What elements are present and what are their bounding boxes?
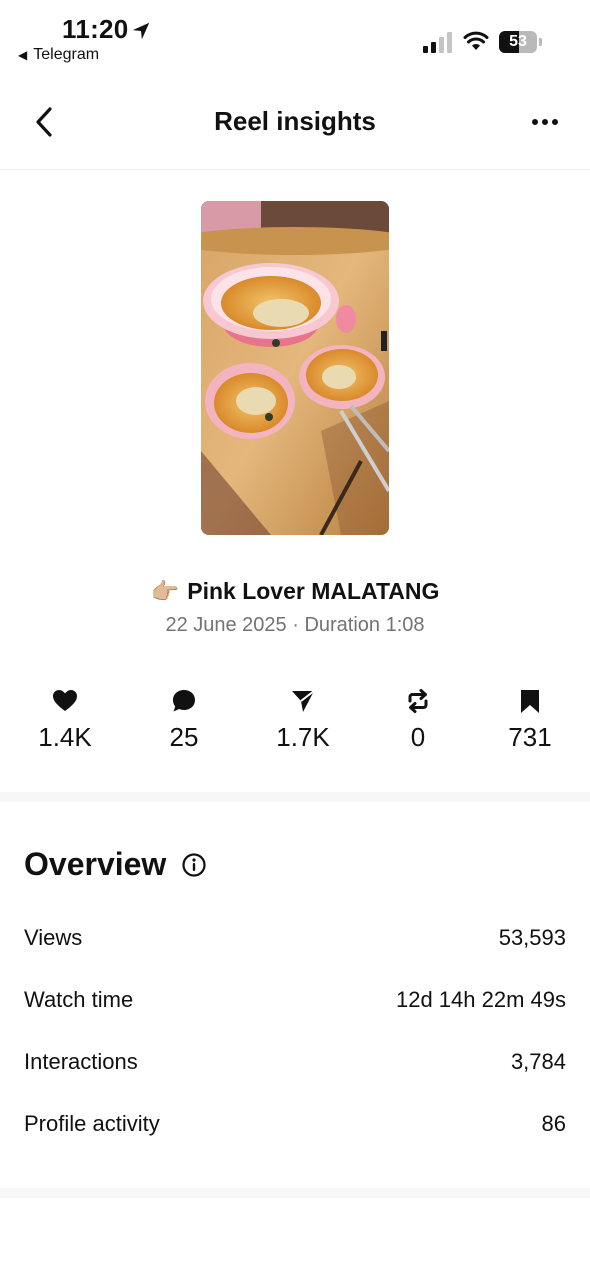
saves-stat[interactable]: 731 — [480, 688, 580, 753]
battery-indicator: 53 — [499, 31, 543, 53]
interactions-label: Interactions — [24, 1049, 138, 1074]
comments-stat[interactable]: 25 — [134, 688, 234, 753]
reel-thumbnail[interactable] — [201, 201, 389, 535]
back-app-label: Telegram — [33, 46, 100, 63]
overview-row-profile-activity[interactable]: Profile activity 86 — [24, 1111, 566, 1151]
profile-activity-label: Profile activity — [24, 1111, 160, 1136]
watch-time-value: 12d 14h 22m 49s — [395, 987, 566, 1012]
location-arrow-icon — [132, 22, 150, 40]
overview-row-watch-time[interactable]: Watch time 12d 14h 22m 49s — [24, 987, 566, 1027]
interactions-value: 3,784 — [510, 1049, 566, 1074]
views-value: 53,593 — [498, 925, 566, 950]
reel-title-text: Pink Lover MALATANG — [187, 578, 440, 604]
reposts-stat[interactable]: 0 — [368, 688, 468, 753]
reel-thumbnail-image — [201, 201, 389, 535]
shares-count: 1.7K — [276, 722, 330, 752]
status-bar: 11:20 ◀ Telegram 53 — [0, 0, 590, 80]
comments-count: 25 — [169, 722, 199, 752]
comment-icon — [173, 690, 195, 712]
reel-title: 👉🏼 Pink Lover MALATANG — [0, 578, 590, 605]
status-time: 11:20 — [62, 14, 129, 44]
likes-stat[interactable]: 1.4K — [15, 688, 115, 753]
more-options-icon[interactable] — [526, 110, 566, 134]
wifi-icon — [463, 31, 489, 50]
back-to-app-link[interactable]: ◀ Telegram — [18, 46, 99, 64]
send-icon — [292, 690, 315, 712]
saves-count: 731 — [508, 722, 552, 752]
reel-meta: 22 June 2025 · Duration 1:08 — [165, 614, 425, 636]
navigation-bar: Reel insights — [0, 80, 590, 170]
profile-activity-value: 86 — [541, 1111, 566, 1136]
page-title: Reel insights — [214, 106, 376, 136]
likes-count: 1.4K — [38, 722, 92, 752]
bottom-divider — [0, 1188, 590, 1198]
reposts-count: 0 — [410, 722, 426, 752]
battery-level: 53 — [509, 33, 527, 50]
overview-row-views[interactable]: Views 53,593 — [24, 925, 566, 965]
overview-row-interactions[interactable]: Interactions 3,784 — [24, 1049, 566, 1089]
section-divider — [0, 792, 590, 802]
back-triangle-icon: ◀ — [18, 48, 28, 62]
pointing-hand-emoji: 👉🏼 — [150, 578, 180, 604]
heart-icon — [53, 690, 77, 711]
overview-heading: Overview — [24, 846, 167, 882]
views-label: Views — [24, 925, 83, 950]
cellular-signal-icon — [423, 32, 452, 53]
watch-time-label: Watch time — [24, 987, 134, 1012]
shares-stat[interactable]: 1.7K — [253, 688, 353, 753]
repost-icon — [408, 689, 428, 713]
bookmark-icon — [521, 690, 539, 713]
info-icon[interactable] — [181, 852, 207, 878]
